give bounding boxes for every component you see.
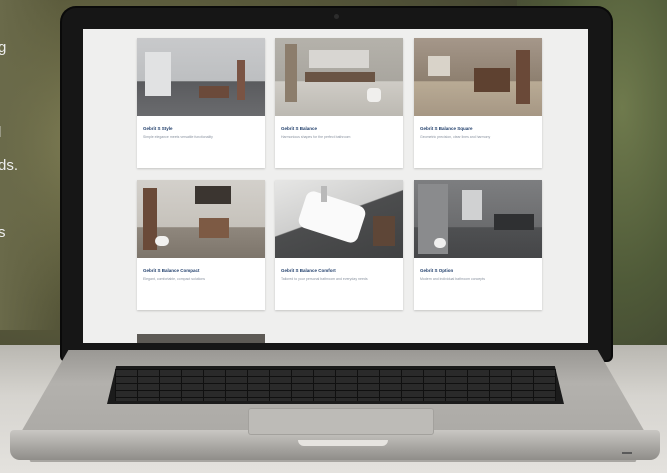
product-card[interactable]: Gebrit S Style Simple elegance meets ver… [137, 38, 265, 168]
laptop-screen: Gebrit S Style Simple elegance meets ver… [83, 29, 588, 343]
trackpad [248, 408, 434, 435]
product-card[interactable]: Gebrit S Balance Compact Elegant, comfor… [137, 180, 265, 310]
card-description: Harmonious shapes for the perfect bathro… [281, 135, 351, 139]
laptop-lid: Gebrit S Style Simple elegance meets ver… [62, 8, 611, 360]
background-text-line-1: g [0, 39, 7, 56]
background-text-line-4: s [0, 224, 6, 241]
background-text-line-3: ds. [0, 157, 19, 174]
product-card[interactable]: Gebrit S Option Modern and individual ba… [414, 180, 542, 310]
keyboard-keys [115, 369, 556, 401]
product-card[interactable]: Gebrit S Balance Harmonious shapes for t… [275, 38, 403, 168]
card-description: Simple elegance meets versatile function… [143, 135, 213, 139]
lid-notch [298, 440, 388, 446]
card-title[interactable]: Gebrit S Style [143, 126, 173, 131]
card-title[interactable]: Gebrit S Option [420, 268, 453, 273]
card-title[interactable]: Gebrit S Balance Comfort [281, 268, 336, 273]
card-description: Geometric precision, clear lines and har… [420, 135, 491, 139]
product-thumbnail[interactable] [137, 38, 265, 116]
card-title[interactable]: Gebrit S Balance [281, 126, 317, 131]
status-led-icon [622, 452, 632, 454]
background-text-line-2: l [0, 125, 1, 140]
product-card-partial[interactable] [137, 334, 265, 343]
card-title[interactable]: Gebrit S Balance Square [420, 126, 473, 131]
card-description: Tailored to your personal bathroom and e… [281, 277, 368, 281]
card-description: Elegant, comfortable, compact solutions [143, 277, 206, 281]
keyboard [107, 366, 564, 404]
card-title[interactable]: Gebrit S Balance Compact [143, 268, 200, 273]
product-thumbnail[interactable] [414, 180, 542, 258]
product-card[interactable]: Gebrit S Balance Comfort Tailored to you… [275, 180, 403, 310]
card-description: Modern and individual bathroom concepts [420, 277, 485, 281]
product-card[interactable]: Gebrit S Balance Square Geometric precis… [414, 38, 542, 168]
product-thumbnail[interactable] [414, 38, 542, 116]
product-thumbnail[interactable] [275, 180, 403, 258]
product-thumbnail[interactable] [275, 38, 403, 116]
webcam-icon [334, 14, 339, 19]
product-thumbnail[interactable] [137, 180, 265, 258]
